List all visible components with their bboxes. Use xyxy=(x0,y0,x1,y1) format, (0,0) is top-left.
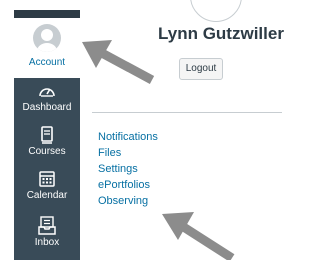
arrow-to-account-icon xyxy=(82,40,155,84)
annotation-arrows xyxy=(82,40,235,260)
arrow-to-observing-icon xyxy=(162,212,235,260)
